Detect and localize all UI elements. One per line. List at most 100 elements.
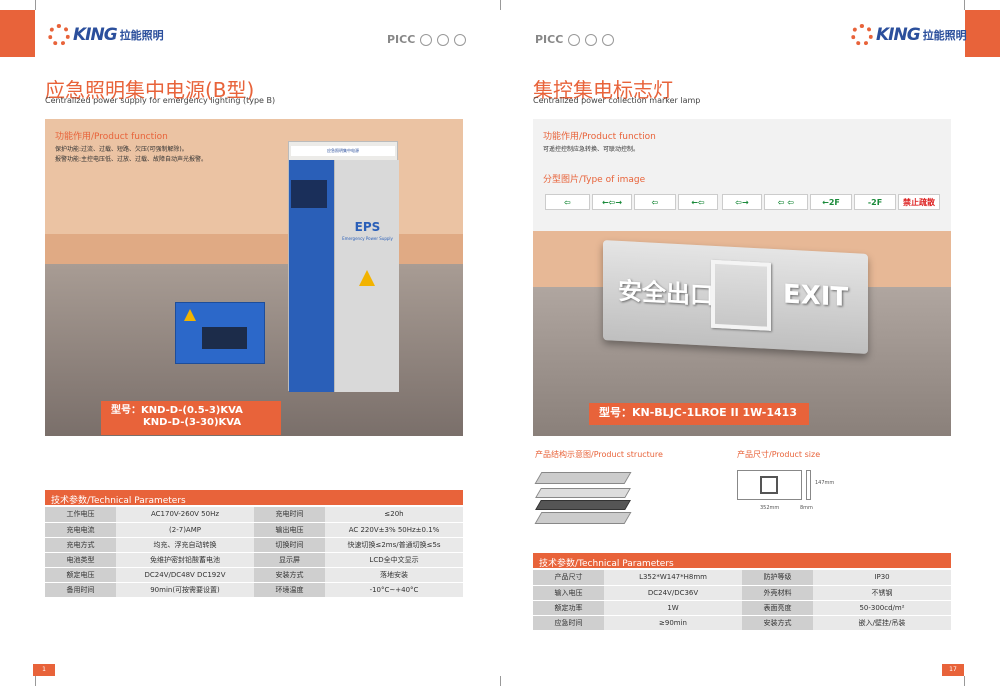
param-name: 电池类型	[45, 552, 117, 568]
table-row: 充电方式 均充、浮充自动转换 切换时间 快速切换≤2ms/普通切换≤5s	[45, 537, 463, 553]
gear-logo-icon	[851, 24, 873, 46]
param-name: 工作电压	[45, 507, 117, 523]
param-value: -10°C~+40°C	[325, 582, 463, 598]
param-value: (2-7)AMP	[116, 522, 254, 538]
size-diagram	[737, 470, 802, 500]
gear-logo-icon	[48, 24, 70, 46]
param-value: 落地安装	[325, 567, 463, 583]
running-man-icon	[711, 259, 771, 331]
table-row: 输入电压 DC24V/DC36V 外壳材料 不锈钢	[533, 585, 951, 601]
left-logo: KING 拉能照明	[48, 24, 164, 46]
panel-cn-text: 安全出口	[618, 276, 714, 310]
param-name: 应急时间	[533, 615, 605, 631]
param-value: 免维护密封铅酸蓄电池	[116, 552, 254, 568]
param-value: ≤20h	[325, 507, 463, 523]
param-name: 安装方式	[253, 567, 326, 583]
param-value: 不锈钢	[813, 585, 951, 601]
right-table-title: 技术参数/Technical Parameters	[533, 553, 951, 569]
param-name: 充电方式	[45, 537, 117, 553]
param-name: 充电时间	[253, 507, 326, 523]
param-value: DC24V/DC36V	[604, 585, 742, 601]
function-title: 功能作用/Product function	[543, 132, 656, 142]
function-line: 保护功能:过流、过载、短路、欠压(可强制解除)。	[55, 146, 188, 153]
marker-lamp-panel: 安全出口 EXIT	[603, 240, 868, 354]
right-logo: KING 拉能照明	[851, 24, 967, 46]
right-hero-image: 功能作用/Product function 可遥控控制应急转换、可联动控制。 分…	[533, 119, 951, 436]
cert-icon	[454, 33, 467, 46]
param-name: 环境温度	[253, 582, 326, 598]
size-title: 产品尺寸/Product size	[737, 450, 821, 459]
left-cert-logos: PICC	[387, 33, 467, 46]
sign-thumb: ⇦ ⇦	[764, 194, 808, 210]
side-view	[806, 470, 811, 500]
picc-mark: PICC	[387, 33, 416, 46]
table-row: 额定功率 1W 表面亮度 50-300cd/m²	[533, 600, 951, 616]
param-name: 输入电压	[533, 585, 605, 601]
left-hero-image: 功能作用/Product function 保护功能:过流、过载、短路、欠压(可…	[45, 119, 463, 436]
warning-icon	[184, 309, 196, 321]
table-row: 额定电压 DC24V/DC48V DC192V 安装方式 落地安装	[45, 567, 463, 583]
page-subtitle: Centralized power supply for emergency l…	[45, 96, 276, 105]
param-value: 50-300cd/m²	[813, 600, 951, 616]
param-value: AC170V-260V 50Hz	[116, 507, 254, 523]
table-row: 充电电流 (2-7)AMP 输出电压 AC 220V±3% 50Hz±0.1%	[45, 522, 463, 538]
size-w: 352mm	[760, 505, 780, 511]
param-value: L352*W147*H8mm	[604, 570, 742, 586]
right-header-tab	[965, 10, 1000, 57]
param-value: LCD全中文显示	[325, 552, 463, 568]
param-name: 额定电压	[45, 567, 117, 583]
param-name: 显示屏	[253, 552, 326, 568]
brand-cn: 拉能照明	[922, 29, 967, 42]
warning-icon	[359, 270, 375, 286]
param-name: 额定功率	[533, 600, 605, 616]
brand-cn: 拉能照明	[119, 29, 164, 42]
types-title: 分型图片/Type of image	[543, 175, 646, 185]
param-value: IP30	[813, 570, 951, 586]
table-row: 产品尺寸 L352*W147*H8mm 防护等级 IP30	[533, 570, 951, 586]
param-value: AC 220V±3% 50Hz±0.1%	[325, 522, 463, 538]
eps-cabinet: 应急照明集中电源 EPS Emergency Power Supply	[288, 141, 399, 392]
right-page-number: 17	[942, 664, 964, 676]
left-page-number: 1	[33, 664, 55, 676]
param-name: 充电电流	[45, 522, 117, 538]
param-name: 防护等级	[741, 570, 814, 586]
brand-name: KING	[73, 25, 118, 45]
param-value: DC24V/DC48V DC192V	[116, 567, 254, 583]
param-name: 产品尺寸	[533, 570, 605, 586]
left-model-label: 型号：KND-D-(0.5-3)KVA KND-D-(3-30)KVA	[101, 401, 281, 435]
sign-thumb: ←⇦	[678, 194, 718, 210]
exit-icon	[760, 476, 778, 494]
sign-thumb: 禁止疏散	[898, 194, 940, 210]
sign-thumb: -2F	[854, 194, 896, 210]
table-row: 工作电压 AC170V-260V 50Hz 充电时间 ≤20h	[45, 507, 463, 523]
sign-thumb: ⇦	[545, 194, 590, 210]
param-value: 快速切换≤2ms/普通切换≤5s	[325, 537, 463, 553]
param-name: 备用时间	[45, 582, 117, 598]
param-value: 90min(可按需要设置)	[116, 582, 254, 598]
param-value: 1W	[604, 600, 742, 616]
cert-icon	[602, 33, 615, 46]
function-line: 报警功能:主控电压低、过放、过载、故障自动声光报警。	[55, 156, 208, 163]
table-row: 应急时间 ≥90min 安装方式 嵌入/壁挂/吊装	[533, 615, 951, 631]
function-line: 可遥控控制应急转换、可联动控制。	[543, 146, 640, 153]
page-subtitle: Centralized power collection marker lamp	[533, 96, 701, 105]
function-title: 功能作用/Product function	[55, 132, 168, 142]
left-header-tab	[0, 10, 35, 57]
small-eps-unit	[175, 302, 265, 364]
right-spec-table: 产品尺寸 L352*W147*H8mm 防护等级 IP30 输入电压 DC24V/DC36…	[533, 570, 951, 631]
param-name: 输出电压	[253, 522, 326, 538]
cert-icon	[568, 33, 581, 46]
picc-mark: PICC	[535, 33, 564, 46]
eps-label: EPS	[354, 220, 381, 234]
param-name: 外壳材料	[741, 585, 814, 601]
cert-icon	[437, 33, 450, 46]
param-name: 表面亮度	[741, 600, 814, 616]
param-value: 均充、浮充自动转换	[116, 537, 254, 553]
cert-icon	[420, 33, 433, 46]
left-table-title: 技术参数/Technical Parameters	[45, 490, 463, 506]
size-d: 8mm	[800, 505, 813, 511]
sign-thumb: ←⇦→	[592, 194, 632, 210]
sign-thumb: ⇦	[634, 194, 676, 210]
sign-thumb: ←2F	[810, 194, 852, 210]
right-model-label: 型号：KN-BLJC-1LROE II 1W-1413	[589, 403, 809, 425]
